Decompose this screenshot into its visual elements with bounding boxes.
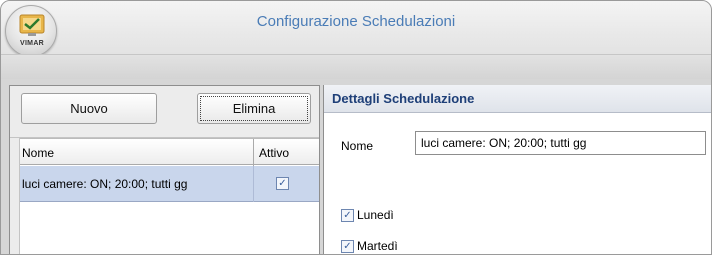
- grid-header: Nome Attivo: [20, 138, 319, 166]
- name-label: Nome: [341, 139, 374, 153]
- day-checkbox-monday[interactable]: ✓ Lunedì: [341, 207, 394, 223]
- column-header-active[interactable]: Attivo: [259, 146, 289, 160]
- ribbon-bar: [1, 54, 711, 79]
- row-name-cell[interactable]: luci camere: ON; 20:00; tutti gg: [22, 177, 187, 191]
- window-title: Configurazione Schedulazioni: [256, 13, 456, 30]
- name-field[interactable]: luci camere: ON; 20:00; tutti gg: [415, 131, 706, 155]
- grid-row-header-strip: [10, 138, 20, 254]
- day-label: Lunedì: [357, 208, 394, 222]
- details-panel: Dettagli Schedulazione Nome luci camere:…: [323, 85, 711, 254]
- schedule-list-panel: Nuovo Elimina Nome Attivo luci camere: O…: [9, 85, 320, 254]
- details-header: Dettagli Schedulazione: [324, 85, 711, 113]
- table-row[interactable]: luci camere: ON; 20:00; tutti gg ✓: [20, 166, 319, 202]
- column-header-name[interactable]: Nome: [22, 146, 54, 160]
- cell-separator: [253, 166, 254, 202]
- logo-text: VIMAR: [19, 40, 45, 47]
- checkbox[interactable]: ✓: [341, 239, 354, 253]
- checkmark-icon: ✓: [278, 178, 287, 189]
- day-label: Martedì: [357, 239, 398, 253]
- delete-button[interactable]: Elimina: [197, 93, 311, 124]
- checkbox[interactable]: ✓: [341, 208, 354, 222]
- list-toolbar: Nuovo Elimina: [10, 86, 319, 138]
- day-checkbox-tuesday[interactable]: ✓ Martedì: [341, 238, 398, 254]
- checkmark-icon: ✓: [343, 240, 352, 252]
- new-button[interactable]: Nuovo: [21, 93, 157, 124]
- title-bar: VIMAR Configurazione Schedulazioni: [1, 1, 711, 79]
- app-window: VIMAR Configurazione Schedulazioni Nuovo…: [0, 0, 712, 255]
- column-separator[interactable]: [253, 139, 254, 166]
- details-title: Dettagli Schedulazione: [332, 91, 475, 106]
- active-checkbox[interactable]: ✓: [276, 177, 289, 190]
- checkmark-icon: ✓: [343, 209, 352, 221]
